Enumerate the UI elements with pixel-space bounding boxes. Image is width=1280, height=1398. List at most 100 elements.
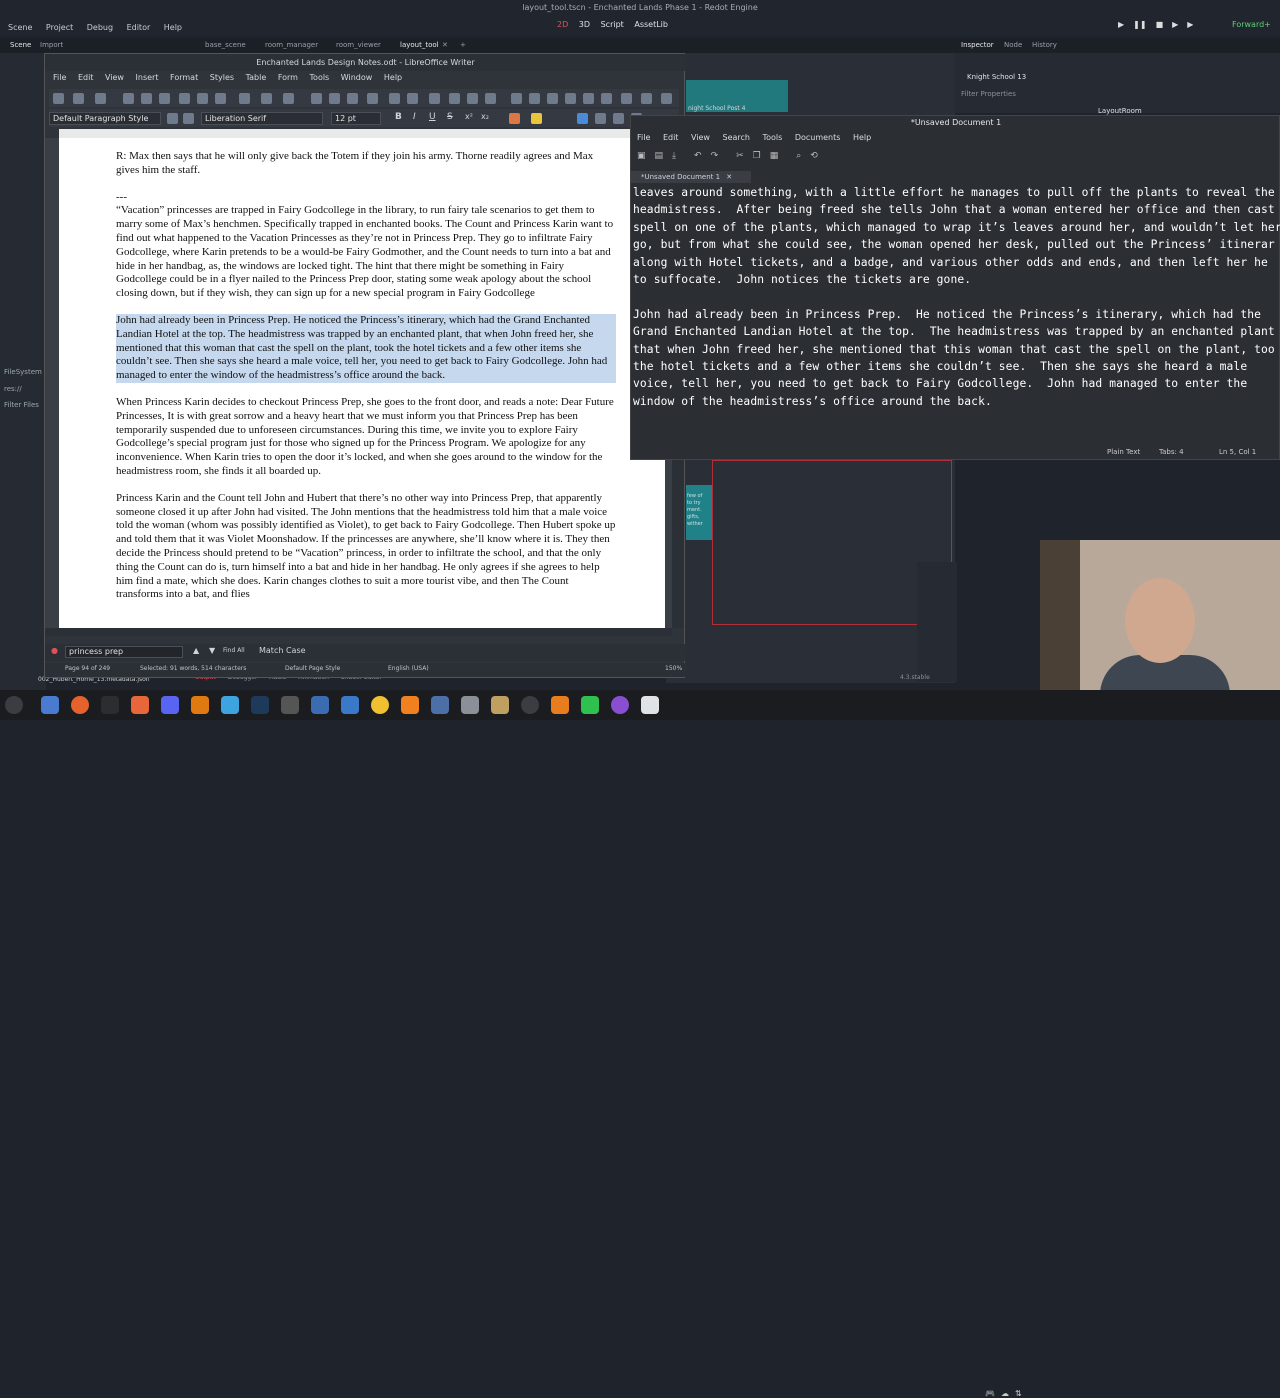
insert-field-icon[interactable] [467,93,478,104]
editor-menu-edit[interactable]: Edit [663,133,679,142]
align-left-icon[interactable] [577,113,588,124]
copy-icon[interactable] [197,93,208,104]
bookmark-icon[interactable] [565,93,576,104]
print-icon[interactable] [141,93,152,104]
writer-menu-tools[interactable]: Tools [310,73,330,82]
tab-scene-dock[interactable]: Scene [10,41,31,49]
paste-icon[interactable] [215,93,226,104]
writer-menu-view[interactable]: View [105,73,124,82]
footnote-icon[interactable] [529,93,540,104]
mail-icon[interactable] [431,696,449,714]
print-preview-icon[interactable] [159,93,170,104]
mode-script-button[interactable]: Script [601,20,624,29]
play-icon[interactable]: ▶ [1118,20,1124,29]
tab-base-scene[interactable]: base_scene [205,41,246,49]
writer-menu-help[interactable]: Help [384,73,402,82]
strikethrough-button[interactable]: S [447,112,453,122]
redo-icon[interactable]: ↷ [711,151,719,161]
editor-line[interactable] [633,410,1280,427]
editor-line[interactable]: along with Hotel tickets, and a badge, a… [633,254,1280,271]
selected-paragraph[interactable]: John had already been in Princess Prep. … [116,313,616,383]
mixer-icon[interactable] [281,696,299,714]
writer-menu-edit[interactable]: Edit [78,73,94,82]
undo-icon[interactable] [261,93,272,104]
controller-icon[interactable]: 🎮 [985,1389,995,1398]
paragraph[interactable]: R: Max then says that he will only give … [116,150,616,178]
editor-line[interactable]: leaves around something, with a little e… [633,184,1280,201]
save-file-icon[interactable]: ⤓ [672,151,676,161]
add-tab-icon[interactable]: + [460,41,466,49]
editor-menu-file[interactable]: File [637,133,650,142]
writer-menu-file[interactable]: File [53,73,66,82]
paragraph[interactable]: --- “Vacation” princesses are trapped in… [116,191,616,301]
comment-icon[interactable] [601,93,612,104]
editor-line[interactable]: to suffocate. John notices the tickets a… [633,271,1280,288]
editor-line[interactable]: that when John freed her, she mentioned … [633,341,1280,358]
filesystem-label[interactable]: FileSystem [4,368,42,376]
tab-import-dock[interactable]: Import [40,41,63,49]
formatting-marks-icon[interactable] [347,93,358,104]
media-player-icon[interactable] [401,696,419,714]
layout-room-node[interactable]: night School Post 4 [686,80,788,112]
open-icon[interactable] [73,93,84,104]
game-icon[interactable] [191,696,209,714]
paragraph-style-select[interactable]: Default Paragraph Style [49,112,161,125]
find-next-icon[interactable]: ▼ [209,646,215,655]
close-icon[interactable]: ✕ [442,41,448,49]
tab-node[interactable]: Node [1004,41,1022,49]
highlight-icon[interactable] [531,113,542,124]
close-icon[interactable]: ✕ [726,173,732,181]
editor-text-area[interactable]: leaves around something, with a little e… [633,184,1280,444]
match-case-checkbox[interactable]: Match Case [259,646,306,655]
font-name-select[interactable]: Liberation Serif [201,112,323,125]
discord-icon[interactable] [161,696,179,714]
update-style-icon[interactable] [167,113,178,124]
pause-icon[interactable]: ❚❚ [1133,20,1146,29]
writer-menu-insert[interactable]: Insert [136,73,159,82]
menu-help[interactable]: Help [164,23,182,32]
find-all-button[interactable]: Find All [223,647,245,654]
new-document-icon[interactable] [53,93,64,104]
start-menu-icon[interactable] [5,696,23,714]
font-color-icon[interactable] [509,113,520,124]
track-changes-icon[interactable] [621,93,632,104]
renderer-selector[interactable]: Forward+ [1232,20,1271,29]
obs-icon[interactable] [521,696,539,714]
editor-line[interactable]: voice, tell her, you need to get back to… [633,375,1280,392]
page-style[interactable]: Default Page Style [285,665,340,672]
editor-menu-search[interactable]: Search [723,133,750,142]
writer-menu-window[interactable]: Window [341,73,373,82]
word-count[interactable]: Selected: 91 words, 514 characters [140,665,246,672]
files-icon[interactable] [41,696,59,714]
settings-icon[interactable] [491,696,509,714]
open-file-icon[interactable]: ▤ [655,151,664,161]
bold-button[interactable]: B [395,112,402,122]
special-character-icon[interactable] [485,93,496,104]
menu-editor[interactable]: Editor [127,23,151,32]
page-count[interactable]: Page 94 of 249 [65,665,110,672]
cut-icon[interactable]: ✂ [736,151,744,161]
menu-scene[interactable]: Scene [8,23,32,32]
font-size-select[interactable]: 12 pt [331,112,381,125]
export-pdf-icon[interactable] [123,93,134,104]
save-icon[interactable] [95,93,106,104]
zoom-level[interactable]: 150% [665,665,682,672]
network-icon[interactable]: ⇅ [1015,1389,1022,1398]
copy-icon[interactable]: ❐ [753,151,761,161]
italic-button[interactable]: I [413,112,416,122]
filter-files-input[interactable]: Filter Files [4,401,39,409]
editor-line[interactable] [633,288,1280,305]
tab-room-manager[interactable]: room_manager [265,41,318,49]
writer-menu-form[interactable]: Form [278,73,298,82]
chrome-icon[interactable] [371,696,389,714]
mode-2d-button[interactable]: 2D [557,20,568,29]
find-replace-icon[interactable] [311,93,322,104]
camera-icon[interactable] [311,696,329,714]
endnote-icon[interactable] [547,93,558,104]
clone-formatting-icon[interactable] [239,93,250,104]
firefox-icon[interactable] [71,696,89,714]
insert-image-icon[interactable] [389,93,400,104]
new-style-icon[interactable] [183,113,194,124]
find-previous-icon[interactable]: ▲ [193,646,199,655]
align-right-icon[interactable] [613,113,624,124]
